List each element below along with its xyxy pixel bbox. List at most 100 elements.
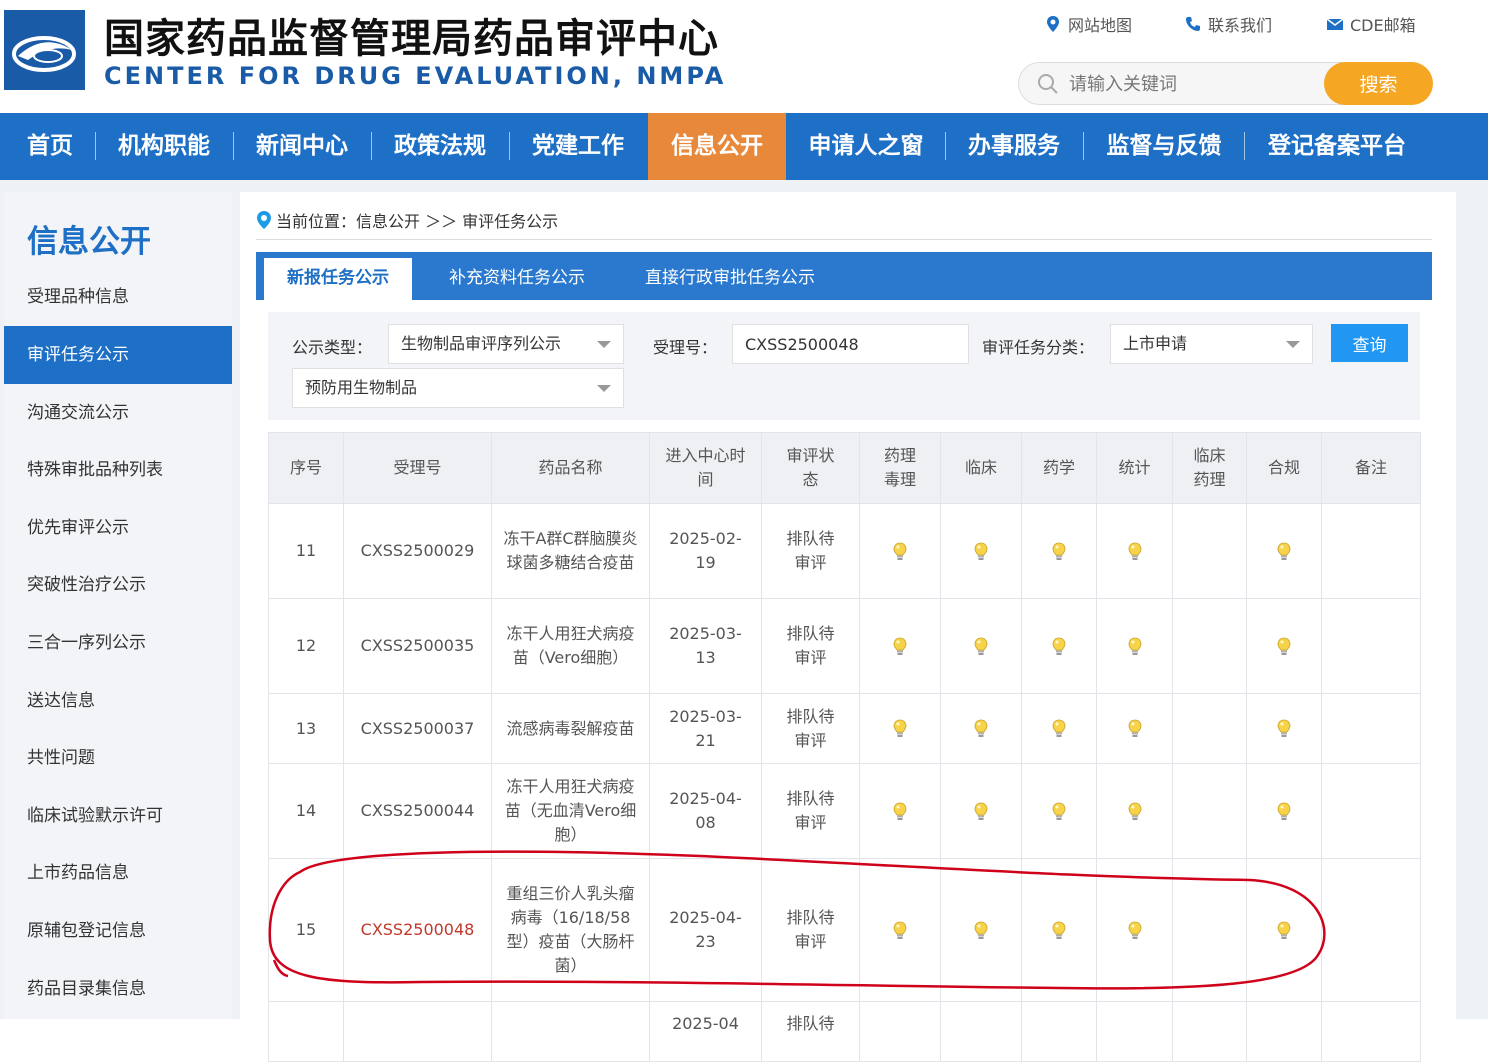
sidebar-item-common-issues[interactable]: 共性问题 — [4, 729, 232, 787]
site-title-en: CENTER FOR DRUG EVALUATION, NMPA — [104, 62, 727, 90]
type-label: 公示类型： — [292, 338, 373, 357]
cell-review-indicator — [1246, 858, 1322, 1002]
cell-accept-no: CXSS2500044 — [343, 763, 492, 859]
cell-review-indicator — [1246, 598, 1322, 694]
lightbulb-icon[interactable] — [1050, 801, 1068, 823]
sidebar-item-breakthrough[interactable]: 突破性治疗公示 — [4, 556, 232, 614]
cell-drug-name: 重组三价人乳头瘤病毒（16/18/58型）疫苗（大肠杆菌） — [491, 858, 650, 1002]
lightbulb-icon[interactable] — [1050, 636, 1068, 658]
cell-review-indicator — [1246, 763, 1322, 859]
lightbulb-icon[interactable] — [1050, 541, 1068, 563]
sidebar-item-review-tasks[interactable]: 审评任务公示 — [4, 326, 232, 384]
accept-no-input[interactable] — [732, 324, 969, 364]
lightbulb-icon[interactable] — [972, 920, 990, 942]
cell-status: 排队待审评 — [761, 858, 860, 1002]
table-row: 12 CXSS2500035 冻干人用狂犬病疫苗（Vero细胞） 2025-03-13… — [268, 598, 1421, 694]
sidebar-item-communication[interactable]: 沟通交流公示 — [4, 384, 232, 442]
tab-direct-approval[interactable]: 直接行政审批任务公示 — [632, 252, 828, 300]
site-map-label: 网站地图 — [1068, 16, 1133, 35]
lightbulb-icon[interactable] — [1050, 718, 1068, 740]
cell-no: 13 — [268, 693, 344, 764]
table-row: 11 CXSS2500029 冻干A群C群脑膜炎球菌多糖结合疫苗 2025-02-19… — [268, 503, 1421, 599]
lightbulb-icon[interactable] — [1126, 801, 1144, 823]
query-button[interactable]: 查询 — [1331, 324, 1408, 362]
mail-icon — [1326, 18, 1344, 30]
nav-divider — [95, 132, 96, 160]
lightbulb-icon[interactable] — [1050, 920, 1068, 942]
sidebar-item-excipients[interactable]: 原辅包登记信息 — [4, 902, 232, 960]
nav-divider — [1083, 132, 1084, 160]
nav-item-feedback[interactable]: 监督与反馈 — [1092, 113, 1236, 180]
col-header-remarks: 备注 — [1321, 432, 1421, 504]
nav-item-info[interactable]: 信息公开 — [648, 113, 786, 180]
cell-review-indicator — [940, 858, 1022, 1002]
lightbulb-icon[interactable] — [891, 636, 909, 658]
subtype-select[interactable]: 预防用生物制品 — [292, 368, 624, 408]
cell-status: 排队待审评 — [761, 693, 860, 764]
sidebar-title: 信息公开 — [27, 224, 151, 260]
nav-item-applicant[interactable]: 申请人之窗 — [796, 113, 936, 180]
lightbulb-icon[interactable] — [972, 541, 990, 563]
nav-item-registration[interactable]: 登记备案平台 — [1253, 113, 1421, 180]
lightbulb-icon[interactable] — [972, 636, 990, 658]
lightbulb-icon[interactable] — [1275, 636, 1293, 658]
cell-empty — [1096, 1001, 1173, 1062]
lightbulb-icon[interactable] — [1275, 541, 1293, 563]
nav-item-home[interactable]: 首页 — [12, 113, 88, 180]
sidebar-item-priority[interactable]: 优先审评公示 — [4, 499, 232, 557]
sidebar-item-three-in-one[interactable]: 三合一序列公示 — [4, 614, 232, 672]
sidebar-item-delivery[interactable]: 送达信息 — [4, 672, 232, 730]
task-table: 序号 受理号 药品名称 进入中心时间 审评状态 药理毒理 临床 药学 统计 临床… — [268, 432, 1421, 1062]
nav-item-party[interactable]: 党建工作 — [518, 113, 638, 180]
nav-item-policy[interactable]: 政策法规 — [380, 113, 500, 180]
lightbulb-icon[interactable] — [1126, 636, 1144, 658]
table-row: 15 CXSS2500048 重组三价人乳头瘤病毒（16/18/58型）疫苗（大肠杆… — [268, 858, 1421, 1002]
lightbulb-icon[interactable] — [1126, 541, 1144, 563]
cell-drug-name: 冻干人用狂犬病疫苗（无血清Vero细胞） — [491, 763, 650, 859]
sidebar-item-catalog[interactable]: 药品目录集信息 — [4, 960, 232, 1018]
search-input[interactable] — [1069, 69, 1319, 99]
cell-review-indicator — [859, 693, 941, 764]
search-icon — [1038, 74, 1058, 94]
filter-panel: 公示类型： 生物制品审评序列公示 受理号： 审评任务分类： 上市申请 查询 预防… — [268, 312, 1420, 420]
lightbulb-icon[interactable] — [1275, 801, 1293, 823]
lightbulb-icon[interactable] — [1275, 718, 1293, 740]
lightbulb-icon[interactable] — [891, 801, 909, 823]
type-select[interactable]: 生物制品审评序列公示 — [388, 324, 624, 364]
lightbulb-icon[interactable] — [1126, 920, 1144, 942]
tab-new-tasks[interactable]: 新报任务公示 — [264, 258, 412, 300]
table-row: 14 CXSS2500044 冻干人用狂犬病疫苗（无血清Vero细胞） 2025-04… — [268, 763, 1421, 859]
lightbulb-icon[interactable] — [972, 801, 990, 823]
main-panel: 当前位置：信息公开 ＞＞ 审评任务公示 新报任务公示 补充资料任务公示 直接行政… — [240, 192, 1456, 1062]
tab-supplement-tasks[interactable]: 补充资料任务公示 — [432, 252, 602, 300]
search-button[interactable]: 搜索 — [1324, 62, 1433, 105]
cde-logo[interactable] — [4, 10, 85, 90]
lightbulb-icon[interactable] — [891, 541, 909, 563]
cell-review-indicator — [859, 503, 941, 599]
site-map-link[interactable]: 网站地图 — [1044, 12, 1132, 36]
lightbulb-icon[interactable] — [891, 718, 909, 740]
nav-item-news[interactable]: 新闻中心 — [242, 113, 362, 180]
cell-empty — [1321, 763, 1421, 859]
sidebar: 信息公开 受理品种信息 审评任务公示 沟通交流公示 特殊审批品种列表 优先审评公… — [4, 192, 232, 1019]
cde-mail-label: CDE邮箱 — [1350, 16, 1416, 35]
phone-icon — [1186, 17, 1200, 31]
lightbulb-icon[interactable] — [891, 920, 909, 942]
cell-review-indicator — [859, 858, 941, 1002]
sidebar-item-marketed-drugs[interactable]: 上市药品信息 — [4, 844, 232, 902]
cell-entry-date: 2025-03-21 — [649, 693, 762, 764]
sidebar-item-clinical-trial[interactable]: 临床试验默示许可 — [4, 787, 232, 845]
lightbulb-icon[interactable] — [972, 718, 990, 740]
nav-item-services[interactable]: 办事服务 — [954, 113, 1074, 180]
nav-item-functions[interactable]: 机构职能 — [104, 113, 224, 180]
lightbulb-icon[interactable] — [1275, 920, 1293, 942]
sidebar-item-special-approval[interactable]: 特殊审批品种列表 — [4, 441, 232, 499]
cde-mail-link[interactable]: CDE邮箱 — [1326, 12, 1416, 36]
cell-accept-no: CXSS2500029 — [343, 503, 492, 599]
col-header-clinical: 临床 — [940, 432, 1022, 504]
lightbulb-icon[interactable] — [1126, 718, 1144, 740]
contact-link[interactable]: 联系我们 — [1184, 12, 1272, 36]
cell-empty — [1321, 693, 1421, 764]
sidebar-item-accepted[interactable]: 受理品种信息 — [4, 268, 232, 326]
category-select[interactable]: 上市申请 — [1110, 324, 1313, 364]
